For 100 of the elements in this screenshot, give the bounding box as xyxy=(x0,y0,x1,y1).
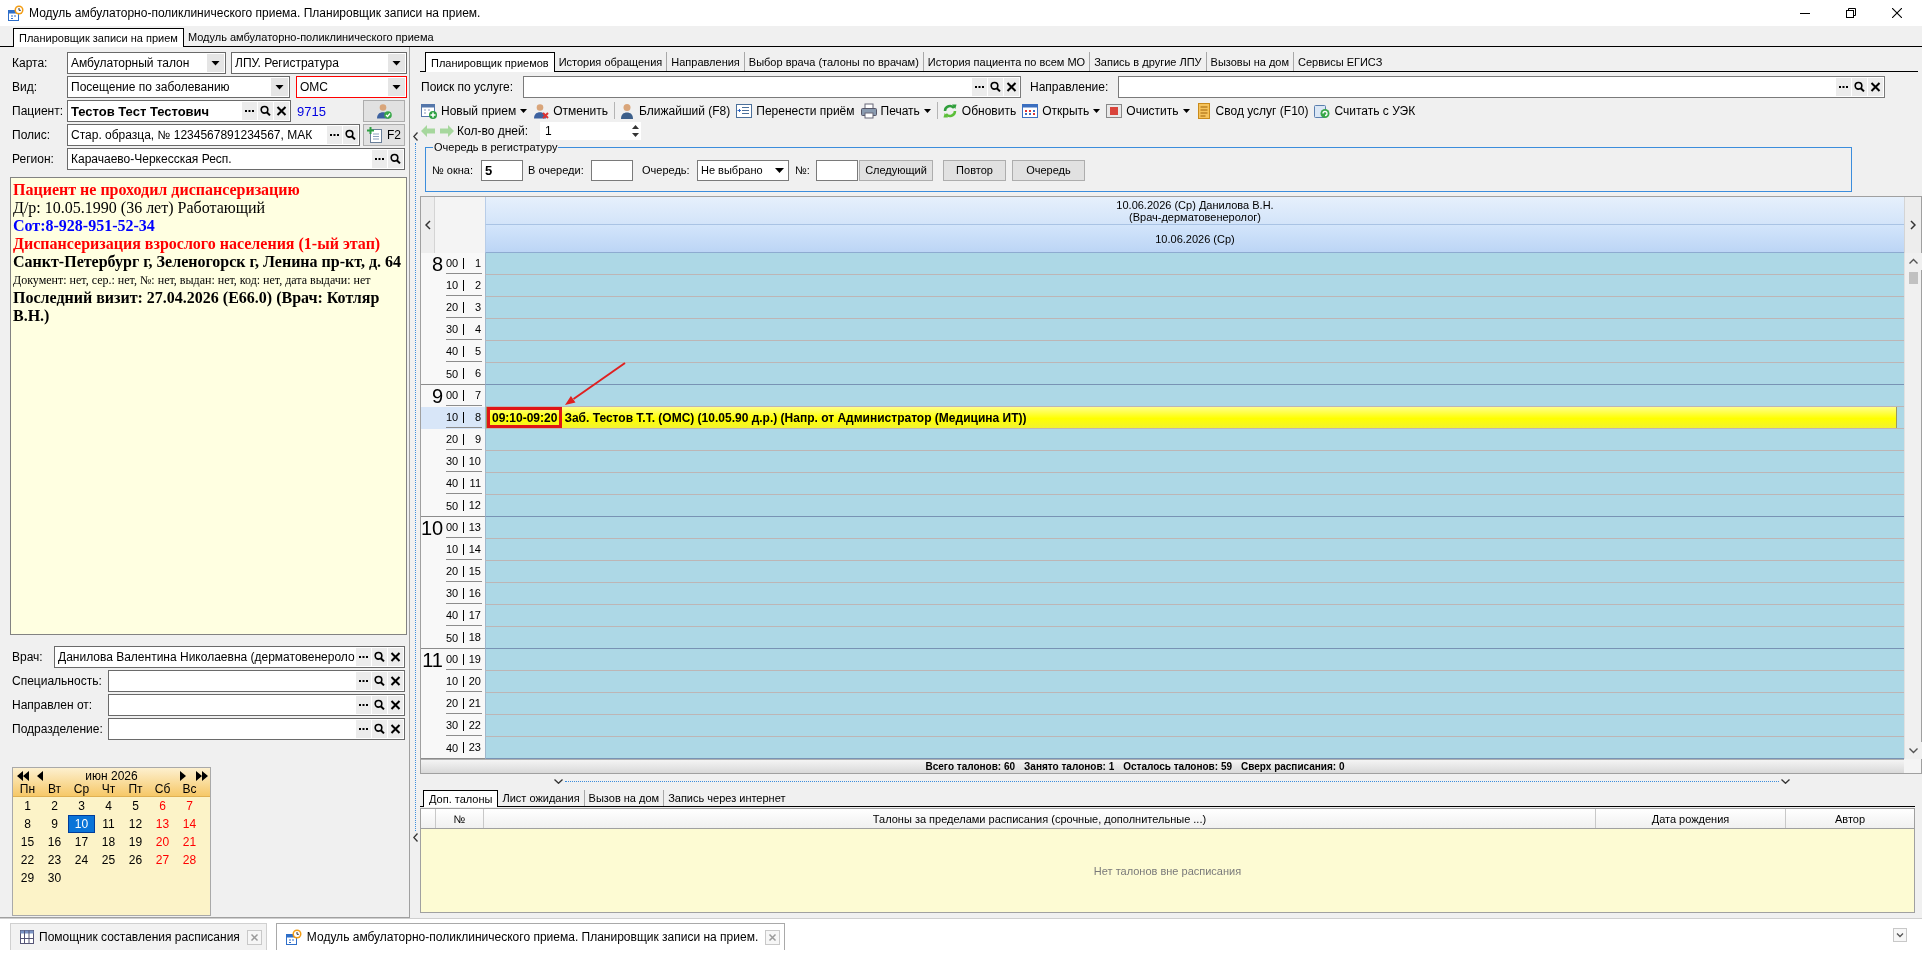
next-button[interactable]: Следующий xyxy=(859,159,933,181)
close-icon[interactable] xyxy=(1004,78,1019,96)
calendar-day[interactable]: 20 xyxy=(149,833,176,851)
caret-icon[interactable] xyxy=(775,167,784,173)
time-slot[interactable]: 10 2 xyxy=(421,275,485,297)
framed-square-icon[interactable] xyxy=(1106,102,1123,119)
payment-type-dropdown[interactable]: ОМС xyxy=(296,76,407,98)
repeat-button[interactable]: Повтор xyxy=(943,159,1006,181)
calendar-day[interactable]: 6 xyxy=(149,797,176,815)
ticket-tab[interactable]: Доп. талоны xyxy=(423,790,499,807)
window-number-field[interactable]: 5 xyxy=(481,159,523,181)
caret-icon[interactable] xyxy=(271,78,288,96)
calendar-day[interactable]: 24 xyxy=(68,851,95,869)
registry-dropdown[interactable]: ЛПУ. Регистратура xyxy=(231,52,407,74)
calendar-day[interactable]: 5 xyxy=(122,797,149,815)
calendar-day[interactable]: 23 xyxy=(41,851,68,869)
scheduler-tab[interactable]: История обращения xyxy=(554,52,668,71)
calendar-day[interactable]: 2 xyxy=(41,797,68,815)
time-slot[interactable]: 10 20 xyxy=(421,671,485,693)
time-slot[interactable]: 40 11 xyxy=(421,473,485,495)
calendar-day[interactable]: 13 xyxy=(149,815,176,833)
caret-icon[interactable] xyxy=(207,54,224,72)
time-slot[interactable]: 10 8 xyxy=(421,407,485,429)
days-spinner[interactable]: 1 xyxy=(540,122,641,140)
more-icon[interactable] xyxy=(972,78,987,96)
time-slot[interactable]: 40 17 xyxy=(421,605,485,627)
referral-search-field[interactable] xyxy=(1118,76,1885,98)
calendar-day[interactable]: 27 xyxy=(149,851,176,869)
more-icon[interactable] xyxy=(327,126,342,144)
search-icon[interactable] xyxy=(388,150,403,168)
user-cross-icon[interactable] xyxy=(533,102,550,119)
ticket-number-field[interactable] xyxy=(816,159,858,181)
toolbar-button[interactable]: Очистить xyxy=(1105,100,1193,121)
toolbar-button[interactable]: Печать xyxy=(859,100,934,121)
calendar-day[interactable]: 19 xyxy=(122,833,149,851)
calendar-day[interactable]: 8 xyxy=(14,815,41,833)
taskbar-tab[interactable]: Помощник составления расписания xyxy=(10,923,267,950)
close-icon[interactable] xyxy=(274,102,289,120)
calendar-day[interactable]: 21 xyxy=(176,833,203,851)
spin-down-icon[interactable] xyxy=(632,133,639,137)
toolbar-button[interactable]: Обновить xyxy=(940,100,1020,121)
card-refresh-icon[interactable] xyxy=(1314,102,1331,119)
time-slot[interactable]: 40 23 xyxy=(421,737,485,759)
time-slot[interactable]: 20 21 xyxy=(421,693,485,715)
calendar-day[interactable]: 10 xyxy=(68,815,95,833)
policy-button[interactable]: F2 xyxy=(363,124,405,146)
calendar-day[interactable]: 17 xyxy=(68,833,95,851)
toolbar-button[interactable]: Отменить xyxy=(532,100,612,121)
filter-field[interactable] xyxy=(108,694,405,716)
search-icon[interactable] xyxy=(258,102,273,120)
calendar-day[interactable]: 12 xyxy=(122,815,149,833)
chevron-left-icon[interactable] xyxy=(412,132,418,141)
more-icon[interactable] xyxy=(356,648,371,666)
more-icon[interactable] xyxy=(242,102,257,120)
refresh-icon[interactable] xyxy=(941,102,958,119)
patient-card-button[interactable] xyxy=(363,100,405,122)
visit-type-dropdown[interactable]: Посещение по заболеванию xyxy=(67,76,290,98)
toolbar-button[interactable]: Перенести приём xyxy=(735,100,858,121)
previous-button[interactable] xyxy=(421,197,435,253)
time-slot[interactable]: 30 10 xyxy=(421,451,485,473)
ticket-tab[interactable]: Лист ожидания xyxy=(498,790,585,806)
region-field[interactable]: Карачаево-Черкесская Респ. xyxy=(67,148,405,170)
triangle-right-icon[interactable] xyxy=(180,770,186,781)
calendar-day[interactable]: 29 xyxy=(14,869,41,887)
chevron-down-icon[interactable] xyxy=(1781,779,1790,784)
scrollbar[interactable] xyxy=(1904,253,1921,759)
search-icon[interactable] xyxy=(343,126,358,144)
toolbar-button[interactable]: Открыть xyxy=(1021,100,1104,121)
caret-icon[interactable] xyxy=(388,54,405,72)
time-slot[interactable]: 30 22 xyxy=(421,715,485,737)
search-icon[interactable] xyxy=(372,672,387,690)
module-tab[interactable]: Модуль амбулаторно-поликлинического приема xyxy=(183,28,438,46)
scheduler-tab[interactable]: Запись в другие ЛПУ xyxy=(1090,52,1207,71)
chevron-left-icon[interactable] xyxy=(412,833,418,842)
more-icon[interactable] xyxy=(356,672,371,690)
scheduler-tab[interactable]: Выбор врача (талоны по врачам) xyxy=(744,52,924,71)
close-icon[interactable] xyxy=(388,696,403,714)
calendar-day[interactable]: 26 xyxy=(122,851,149,869)
calendar-day[interactable]: 4 xyxy=(95,797,122,815)
search-icon[interactable] xyxy=(372,720,387,738)
calendar-day[interactable]: 9 xyxy=(41,815,68,833)
time-slot[interactable]: 50 18 xyxy=(421,627,485,649)
close-icon[interactable] xyxy=(388,648,403,666)
more-icon[interactable] xyxy=(356,696,371,714)
chevron-down-icon[interactable] xyxy=(554,779,563,784)
calendar-day[interactable]: 1 xyxy=(14,797,41,815)
more-icon[interactable] xyxy=(372,150,387,168)
user-icon[interactable] xyxy=(619,102,636,119)
time-slot[interactable]: 20 9 xyxy=(421,429,485,451)
time-slot[interactable]: 10 14 xyxy=(421,539,485,561)
search-icon[interactable] xyxy=(372,696,387,714)
more-icon[interactable] xyxy=(356,720,371,738)
queue-count-field[interactable] xyxy=(591,159,633,181)
queue-dropdown[interactable]: Не выбрано xyxy=(697,159,789,181)
scroll-thumb[interactable] xyxy=(1908,272,1918,284)
close-icon[interactable] xyxy=(388,672,403,690)
policy-field[interactable]: Стар. образца, № 1234567891234567, МАК xyxy=(67,124,360,146)
time-slot[interactable]: 20 15 xyxy=(421,561,485,583)
calendar-day[interactable]: 28 xyxy=(176,851,203,869)
double-triangle-right-icon[interactable] xyxy=(196,770,208,781)
